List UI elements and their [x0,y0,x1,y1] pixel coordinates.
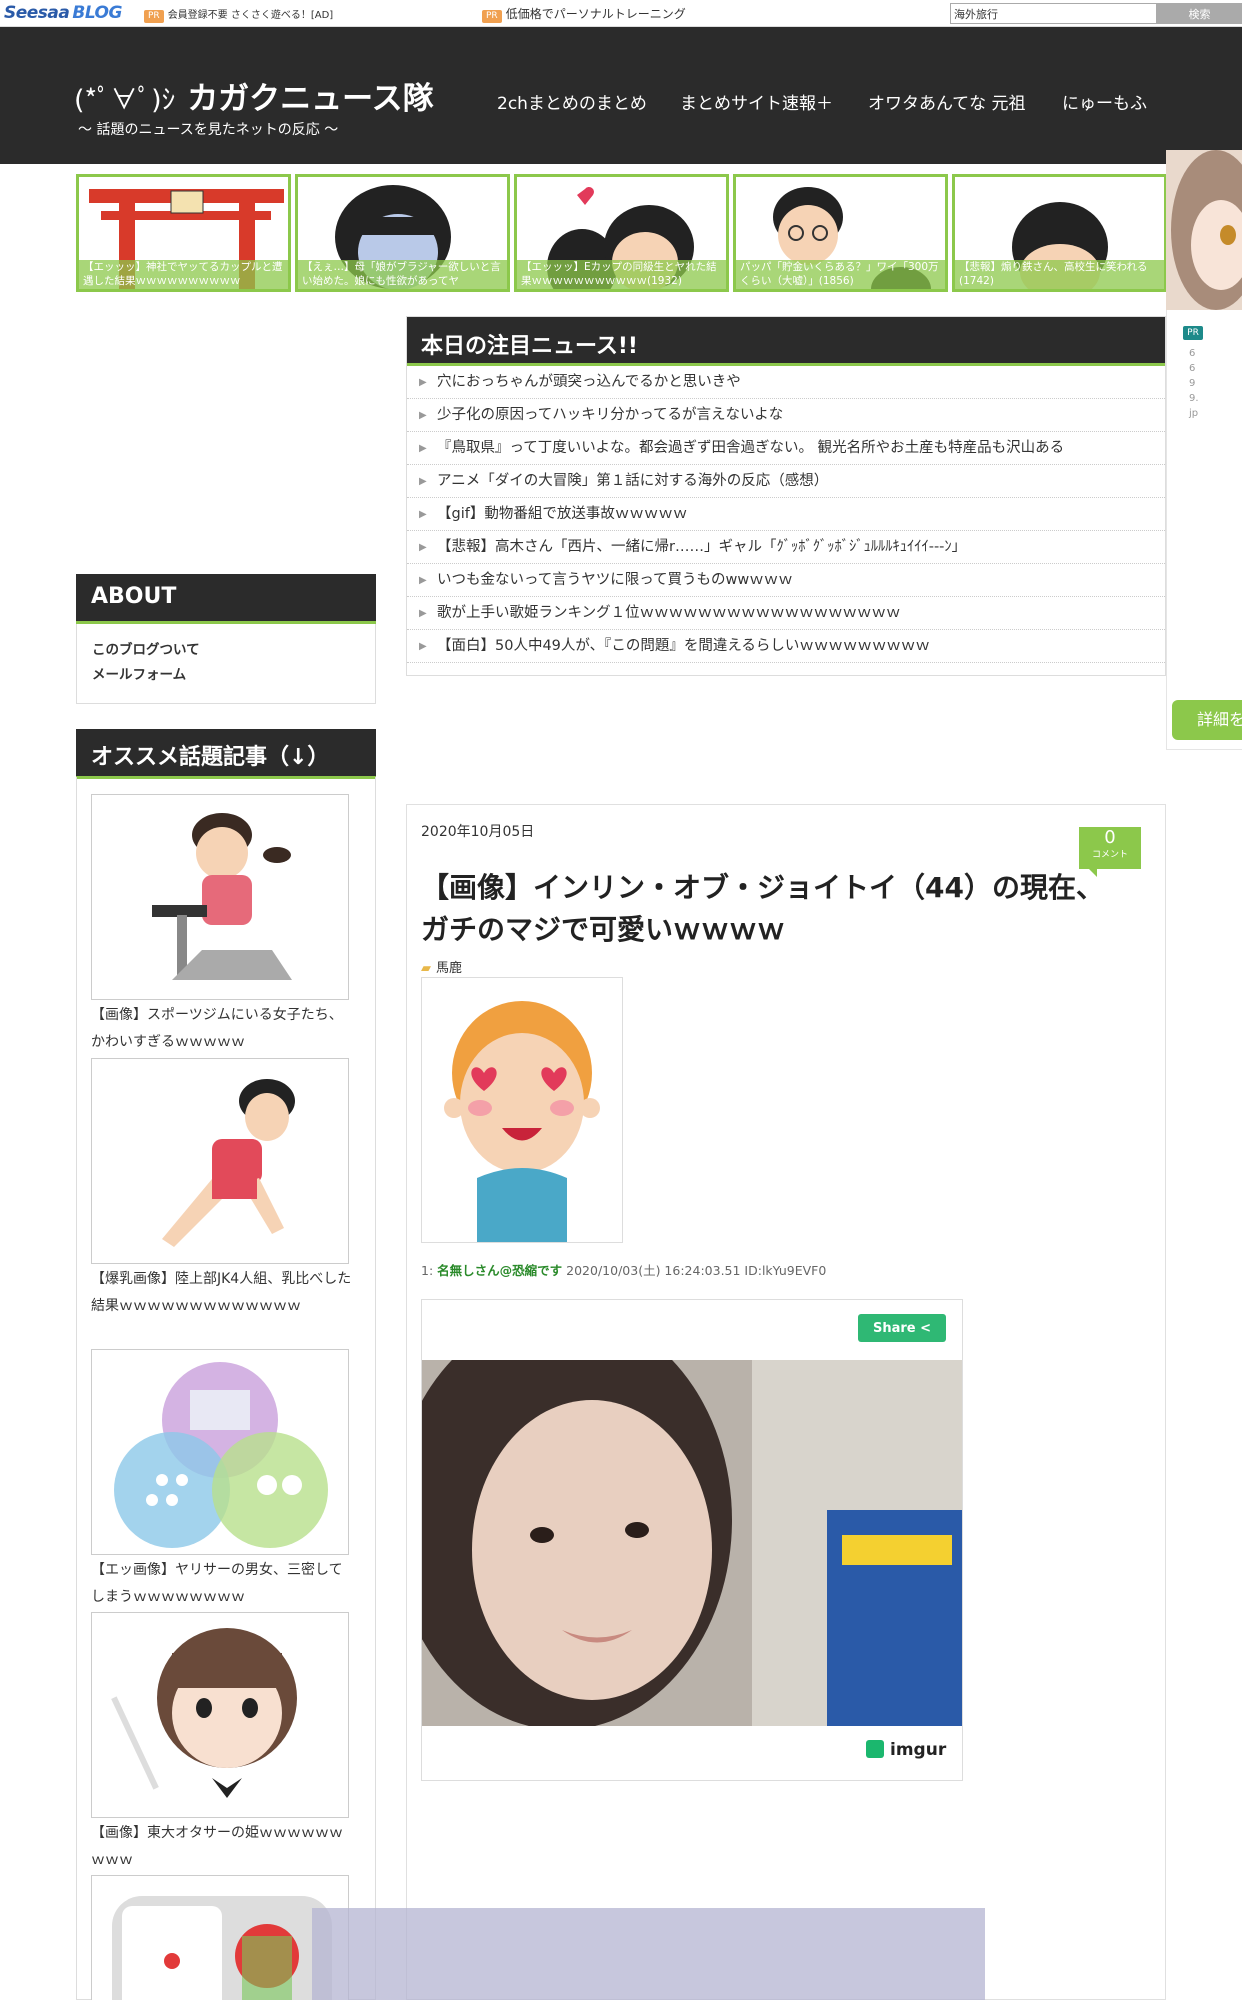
nav-item-owata-antenna[interactable]: オワタあんてな 元祖 [868,89,1026,114]
seesaa-logo[interactable]: Seesaa BLOG [4,3,122,23]
news-item[interactable]: 少子化の原因ってハッキリ分かってるが言えないよな [407,399,1165,432]
rec-thumb-mitsu[interactable] [91,1349,349,1555]
anime-avatar[interactable] [1166,150,1242,310]
nav-item-nyu-mofu[interactable]: にゅーもふ [1062,89,1147,114]
imgur-logo[interactable]: imgur [866,1740,946,1760]
logo-main-text: Seesaa [4,3,70,23]
news-item[interactable]: 『鳥取県』って丁度いいよな。都会過ぎず田舎過ぎない。 観光名所やお土産も特産品も… [407,432,1165,465]
comment-label: コメント [1091,850,1128,860]
site-subtitle: ～ 話題のニュースを見たネットの反応 ～ [78,122,339,138]
top-ad-link-1[interactable]: PR 会員登録不要 さくさく遊べる！[AD] [144,6,333,23]
bottom-ad-overlay[interactable] [312,1908,985,2000]
today-news-box: 本日の注目ニュース!! 穴におっちゃんが頭突っ込んでるかと思いきや 少子化の原因… [406,316,1166,676]
share-label: Share [872,1320,916,1336]
site-title[interactable]: (*ﾟ∀ﾟ)ｼ カガクニュース隊 [74,73,434,118]
rec-thumb-runner[interactable] [91,1058,349,1264]
otasa-girl-illustration [111,1628,297,1798]
featured-caption: 【エッッッ】神社でヤッてるカップルと遭遇した結果ｗｗｗｗｗｗｗｗｗｗ [79,260,288,289]
article-title[interactable]: 【画像】インリン・オブ・ジョイトイ（44）の現在、ガチのマジで可愛いｗｗｗｗ [421,867,1121,951]
search-button[interactable]: 検索 [1157,3,1242,24]
ad-text: 低価格でパーソナルトレーニング [505,7,686,21]
news-item[interactable]: アニメ「ダイの大冒険」第１話に対する海外の反応（感想） [407,465,1165,498]
imgur-icon [866,1740,884,1758]
article-category[interactable]: ▰ 馬鹿 [421,957,462,976]
rec-thumb-otasa[interactable] [91,1612,349,1818]
post-number: 1: [421,1263,434,1278]
rec-thumb-bento[interactable] [91,1875,349,2000]
share-button[interactable]: Share < [858,1314,946,1342]
woman-selfie-photo [422,1360,962,1726]
featured-thumb-3[interactable]: 【エッッッ】Eカップの同級生とヤれた結果ｗｗｗｗｗｗｗｗｗｗｗ(1932) [514,174,729,292]
right-pr-badge: PR [1183,326,1203,340]
search-input[interactable] [950,3,1157,24]
seesaa-topbar: Seesaa BLOG PR 会員登録不要 さくさく遊べる！[AD] PR 低価格でパ… [0,0,1242,27]
rec-title[interactable]: 【画像】スポーツジムにいる女子たち、かわいすぎるｗｗｗｗｗ [91,1002,353,1056]
site-title-text: カガクニュース隊 [187,81,434,117]
imgur-text: imgur [890,1740,947,1760]
rec-title[interactable]: 【画像】東大オタサーの姫ｗｗｗｗｗｗｗｗｗ [91,1820,353,1874]
comment-count-badge[interactable]: 0 コメント [1079,827,1141,877]
article: 2020年10月05日 0 コメント 【画像】インリン・オブ・ジョイトイ（44）… [406,804,1166,2000]
recommended-header: オススメ話題記事（↓） [76,729,376,779]
featured-thumb-5[interactable]: 【悲報】煽り鉄さん、高校生に笑われる(1742) [952,174,1167,292]
rec-title[interactable]: 【爆乳画像】陸上部JK4人組、乳比べした結果ｗｗｗｗｗｗｗｗｗｗｗｗｗ [91,1266,353,1320]
site-title-face: (*ﾟ∀ﾟ)ｼ [74,85,176,116]
featured-caption: 【エッッッ】Eカップの同級生とヤれた結果ｗｗｗｗｗｗｗｗｗｗｗ(1932) [517,260,726,289]
news-item[interactable]: 穴におっちゃんが頭突っ込んでるかと思いきや [407,366,1165,399]
right-pr-text[interactable]: 6699.jp [1189,346,1199,421]
ad-text: 会員登録不要 さくさく遊べる！[AD] [167,10,334,21]
gym-girl-illustration [152,813,292,980]
featured-caption: パッパ「貯金いくらある？」ワイ「300万くらい（大嘘）」(1856) [736,260,945,289]
heart-eyes-illustration [421,977,623,1243]
featured-thumb-4[interactable]: パッパ「貯金いくらある？」ワイ「300万くらい（大嘘）」(1856) [733,174,948,292]
category-text: 馬鹿 [436,961,463,976]
post-info: 2020/10/03(土) 16:24:03.51 ID:lkYu9EVF0 [566,1263,827,1278]
news-item[interactable]: 【gif】動物番組で放送事故ｗｗｗｗｗ [407,498,1165,531]
featured-thumb-1[interactable]: 【エッッッ】神社でヤッてるカップルと遭遇した結果ｗｗｗｗｗｗｗｗｗｗ [76,174,291,292]
heart-eyes-man-image [444,1001,600,1242]
featured-caption: 【悲報】煽り鉄さん、高校生に笑われる(1742) [955,260,1164,289]
about-blog-link[interactable]: このブログついて [92,638,360,663]
mail-form-link[interactable]: メールフォーム [92,663,360,688]
rec-title[interactable]: 【エッ画像】ヤリサーの男女、三密してしまうｗｗｗｗｗｗｗｗ [91,1557,353,1611]
pr-badge: PR [482,10,502,23]
detail-tab-button[interactable]: 詳細を [1172,700,1242,740]
nav-item-matome-sokuho[interactable]: まとめサイト速報＋ [680,89,833,114]
post-name: 名無しさん@恐縮です [437,1263,563,1278]
site-header: (*ﾟ∀ﾟ)ｼ カガクニュース隊 ～ 話題のニュースを見たネットの反応 ～ 2ch… [0,27,1242,164]
news-item[interactable]: 【面白】50人中49人が、『この問題』を間違えるらしいｗｗｗｗｗｗｗｗｗ [407,630,1165,663]
featured-thumb-2[interactable]: 【えぇ…】母「娘がブラジャー欲しいと言い始めた。娘にも性欲があってヤ [295,174,510,292]
about-header: ABOUT [76,574,376,624]
imgur-embed: Share < imgur [421,1299,963,1781]
embedded-photo[interactable] [422,1360,962,1726]
featured-caption: 【えぇ…】母「娘がブラジャー欲しいと言い始めた。娘にも性欲があってヤ [298,260,507,289]
three-cs-illustration [114,1362,328,1548]
news-item[interactable]: 歌が上手い歌姫ランキング１位ｗｗｗｗｗｗｗｗｗｗｗｗｗｗｗｗｗｗ [407,597,1165,630]
news-item[interactable]: いつも金ないって言うヤツに限って買うものwwｗｗｗ [407,564,1165,597]
logo-sub-text: BLOG [72,3,122,23]
comment-count: 0 [1104,827,1116,848]
about-box: このブログついて メールフォーム [76,624,376,704]
nav-item-2ch-matome[interactable]: 2chまとめのまとめ [497,89,647,114]
recommended-box: 【画像】スポーツジムにいる女子たち、かわいすぎるｗｗｗｗｗ 【爆乳画像】陸上部J… [76,777,376,2000]
share-icon: < [920,1320,932,1336]
article-date: 2020年10月05日 [421,824,535,840]
runner-illustration [162,1079,295,1247]
pr-badge: PR [144,10,164,23]
top-ad-link-2[interactable]: PR 低価格でパーソナルトレーニング [482,5,686,23]
folder-icon: ▰ [421,961,431,976]
bento-illustration [112,1896,332,2000]
today-news-header: 本日の注目ニュース!! [407,317,1165,366]
anime-girl-image [1166,150,1242,310]
rec-thumb-gym[interactable] [91,794,349,1000]
news-item[interactable]: 【悲報】高木さん「西片、一緒に帰r……」ギャル「ｸﾞｯﾎﾞｸﾞｯﾎﾞｼﾞｭﾙﾙﾙ… [407,531,1165,564]
post-meta: 1: 名無しさん@恐縮です 2020/10/03(土) 16:24:03.51 … [421,1260,826,1279]
